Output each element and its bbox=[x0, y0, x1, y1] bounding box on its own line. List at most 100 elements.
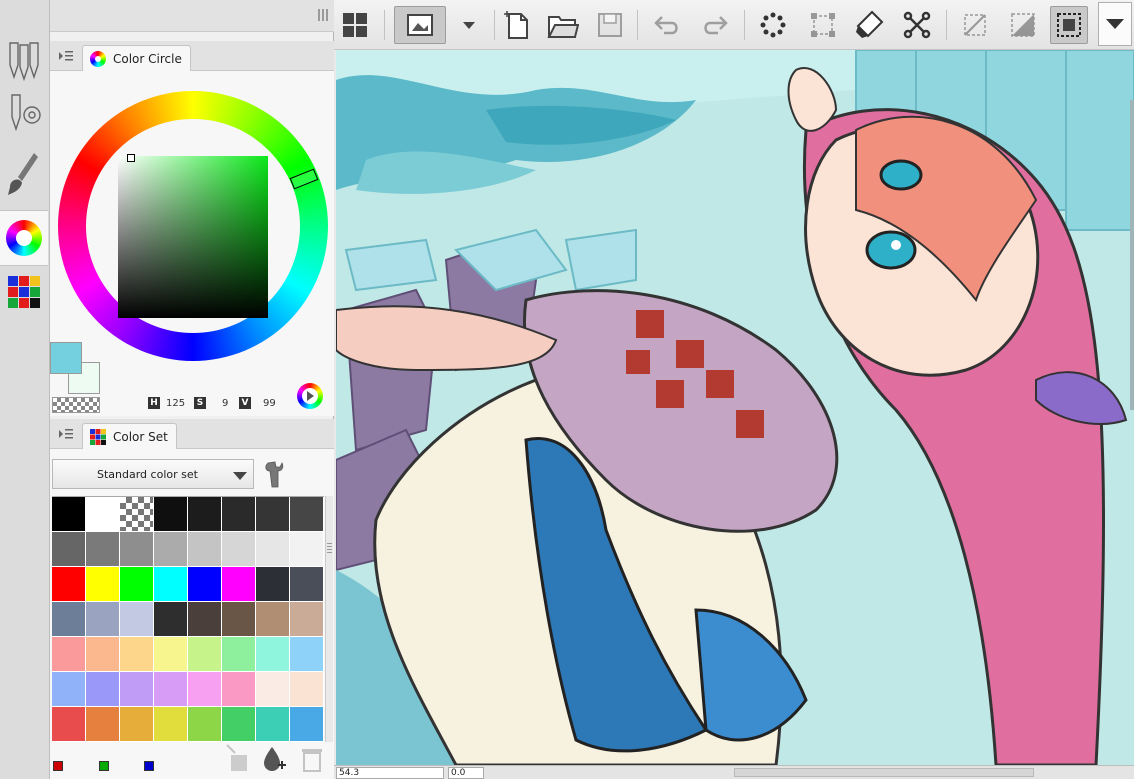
color-swatch[interactable] bbox=[86, 707, 120, 742]
panel-menu-icon[interactable] bbox=[58, 427, 74, 441]
view-dropdown-icon[interactable] bbox=[450, 6, 488, 44]
color-swatch[interactable] bbox=[256, 532, 290, 567]
rotation-field[interactable]: 0.0 bbox=[448, 767, 484, 779]
color-swatch[interactable] bbox=[222, 602, 256, 637]
transform-selection-icon[interactable] bbox=[804, 6, 842, 44]
color-swatch[interactable] bbox=[222, 672, 256, 707]
main-color-swatch[interactable] bbox=[50, 342, 82, 374]
save-icon[interactable] bbox=[591, 6, 629, 44]
color-swatch[interactable] bbox=[188, 532, 222, 567]
clear-selection-icon[interactable] bbox=[956, 6, 994, 44]
loading-spinner-icon[interactable] bbox=[754, 6, 792, 44]
add-color-to-set-icon[interactable] bbox=[225, 743, 251, 775]
color-swatch[interactable] bbox=[52, 672, 86, 707]
color-swatch[interactable] bbox=[86, 532, 120, 567]
tab-color-set[interactable]: Color Set bbox=[82, 423, 177, 450]
color-swatch[interactable] bbox=[120, 602, 154, 637]
color-swatch[interactable] bbox=[86, 602, 120, 637]
color-swatch[interactable] bbox=[222, 532, 256, 567]
color-swatch[interactable] bbox=[222, 497, 256, 532]
paintbrush-icon[interactable] bbox=[0, 146, 48, 202]
color-swatch[interactable] bbox=[120, 567, 154, 602]
color-swatch[interactable] bbox=[120, 672, 154, 707]
color-swatch[interactable] bbox=[86, 637, 120, 672]
panel-dock-grip[interactable] bbox=[50, 0, 334, 32]
color-swatch[interactable] bbox=[256, 567, 290, 602]
color-set-icon[interactable] bbox=[0, 264, 48, 320]
new-file-icon[interactable] bbox=[498, 6, 536, 44]
canvas-vertical-scrollbar[interactable] bbox=[1130, 100, 1134, 410]
invert-selection-icon[interactable] bbox=[1004, 6, 1042, 44]
transparent-color-swatch[interactable] bbox=[52, 397, 100, 413]
add-color-drop-icon[interactable] bbox=[260, 743, 286, 775]
sv-picker-marker[interactable] bbox=[127, 154, 135, 162]
color-swatch[interactable] bbox=[154, 672, 188, 707]
color-swatch[interactable] bbox=[120, 637, 154, 672]
color-swatch[interactable] bbox=[188, 637, 222, 672]
color-wheel-icon[interactable] bbox=[0, 210, 48, 266]
pen-tools-icon[interactable] bbox=[0, 34, 48, 90]
open-folder-icon[interactable] bbox=[544, 6, 582, 44]
canvas-view-icon[interactable] bbox=[394, 6, 446, 44]
color-swatch[interactable] bbox=[290, 567, 324, 602]
color-swatch[interactable] bbox=[188, 497, 222, 532]
color-swatch[interactable] bbox=[86, 672, 120, 707]
expand-selection-icon[interactable] bbox=[898, 6, 936, 44]
color-swatch[interactable] bbox=[86, 497, 120, 532]
color-swatch[interactable] bbox=[256, 602, 290, 637]
drawing-canvas[interactable] bbox=[336, 50, 1134, 765]
recent-color-swatch[interactable] bbox=[144, 761, 154, 771]
color-swatch[interactable] bbox=[188, 672, 222, 707]
fill-bucket-icon[interactable] bbox=[850, 6, 888, 44]
color-set-dropdown[interactable]: Standard color set bbox=[52, 459, 254, 489]
color-swatch[interactable] bbox=[120, 707, 154, 742]
color-swatch[interactable] bbox=[188, 707, 222, 742]
zoom-field[interactable]: 54.3 bbox=[336, 767, 444, 779]
color-swatch[interactable] bbox=[188, 602, 222, 637]
color-swatch[interactable] bbox=[154, 707, 188, 742]
command-bar-more-button[interactable] bbox=[1098, 2, 1132, 46]
show-selection-icon[interactable] bbox=[1050, 6, 1088, 44]
color-swatch[interactable] bbox=[188, 567, 222, 602]
recent-color-swatch[interactable] bbox=[99, 761, 109, 771]
color-swatch[interactable] bbox=[290, 637, 324, 672]
color-swatch[interactable] bbox=[52, 497, 86, 532]
color-swatch[interactable] bbox=[154, 637, 188, 672]
color-swatch[interactable] bbox=[120, 497, 154, 532]
redo-icon[interactable] bbox=[696, 6, 734, 44]
wrench-icon[interactable] bbox=[262, 459, 288, 489]
color-swatch[interactable] bbox=[154, 497, 188, 532]
color-swatch[interactable] bbox=[290, 602, 324, 637]
color-swatch[interactable] bbox=[256, 637, 290, 672]
panel-layout-icon[interactable] bbox=[336, 6, 374, 44]
color-swatch[interactable] bbox=[52, 532, 86, 567]
color-swatch[interactable] bbox=[222, 707, 256, 742]
grip-dots-icon[interactable] bbox=[318, 9, 328, 21]
delete-color-icon[interactable] bbox=[299, 743, 325, 775]
color-swatch[interactable] bbox=[120, 532, 154, 567]
canvas-horizontal-scrollbar[interactable] bbox=[734, 768, 1034, 777]
color-swatch[interactable] bbox=[290, 672, 324, 707]
panel-menu-icon[interactable] bbox=[58, 49, 74, 63]
recent-color-swatch[interactable] bbox=[53, 761, 63, 771]
color-swatch[interactable] bbox=[290, 532, 324, 567]
color-swatch[interactable] bbox=[86, 567, 120, 602]
color-swatch[interactable] bbox=[52, 637, 86, 672]
tab-color-circle[interactable]: Color Circle bbox=[82, 45, 191, 72]
saturation-value-square[interactable] bbox=[118, 156, 268, 318]
color-swatch[interactable] bbox=[52, 602, 86, 637]
color-swatch[interactable] bbox=[222, 567, 256, 602]
color-swatch[interactable] bbox=[222, 637, 256, 672]
color-swatch[interactable] bbox=[290, 707, 324, 742]
color-swatch[interactable] bbox=[256, 707, 290, 742]
color-swatch[interactable] bbox=[154, 602, 188, 637]
brush-settings-icon[interactable] bbox=[0, 86, 48, 142]
color-swatch[interactable] bbox=[256, 672, 290, 707]
color-swatch[interactable] bbox=[52, 707, 86, 742]
color-swatch[interactable] bbox=[52, 567, 86, 602]
undo-icon[interactable] bbox=[648, 6, 686, 44]
color-swatch[interactable] bbox=[154, 567, 188, 602]
color-swatch[interactable] bbox=[256, 497, 290, 532]
color-space-switch-icon[interactable] bbox=[297, 383, 323, 409]
color-swatch[interactable] bbox=[290, 497, 324, 532]
